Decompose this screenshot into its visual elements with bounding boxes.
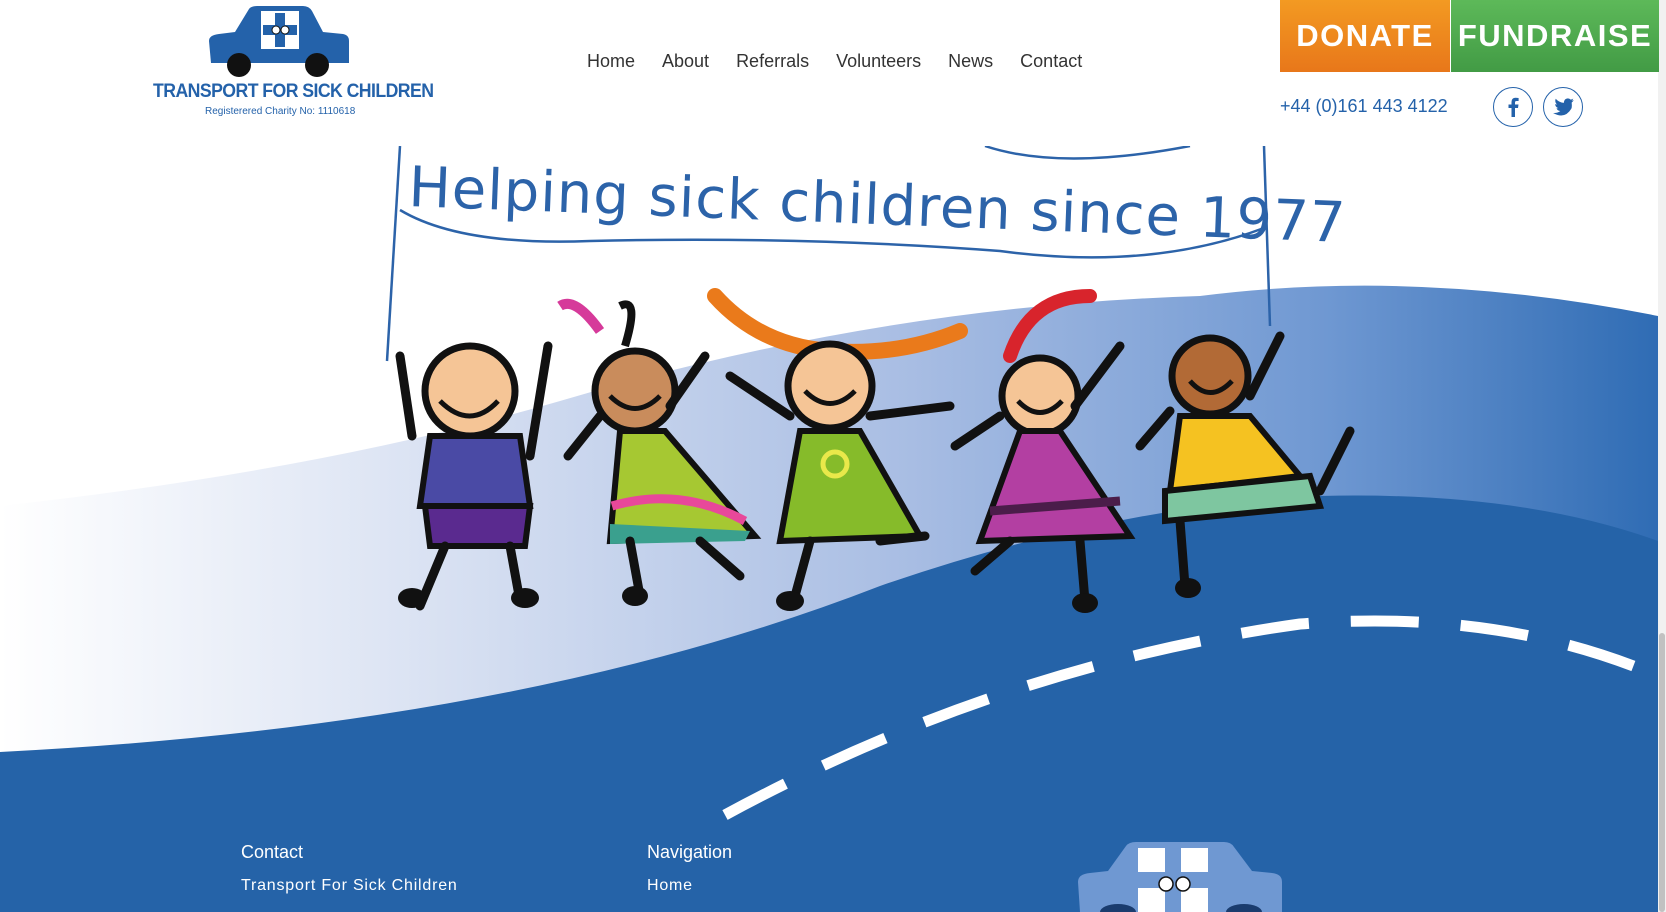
- logo-title: TRANSPORT FOR SICK CHILDREN: [153, 81, 434, 102]
- footer-contact-heading: Contact: [241, 842, 304, 862]
- hero-illustration: [0, 146, 1658, 912]
- nav-item-referrals[interactable]: Referrals: [736, 51, 809, 72]
- hero-section: [0, 146, 1658, 912]
- charity-number: Registerered Charity No: 1110618: [205, 106, 356, 117]
- facebook-link[interactable]: [1493, 87, 1533, 127]
- footer-navigation: Navigation Home: [647, 842, 732, 895]
- footer-nav-home[interactable]: Home: [647, 877, 732, 895]
- twitter-link[interactable]: [1543, 87, 1583, 127]
- footer-contact-org: Transport For Sick Children: [241, 877, 458, 894]
- nav-item-home[interactable]: Home: [587, 51, 635, 72]
- fundraise-button[interactable]: FUNDRAISE: [1451, 0, 1659, 72]
- phone-number[interactable]: +44 (0)161 443 4122: [1280, 96, 1448, 117]
- nav-item-about[interactable]: About: [662, 51, 709, 72]
- nav-item-contact[interactable]: Contact: [1020, 51, 1082, 72]
- nav-item-volunteers[interactable]: Volunteers: [836, 51, 921, 72]
- facebook-icon: [1508, 97, 1519, 117]
- nav-item-news[interactable]: News: [948, 51, 993, 72]
- main-nav: Home About Referrals Volunteers News Con…: [587, 51, 1082, 72]
- twitter-icon: [1553, 98, 1574, 116]
- page-scrollbar[interactable]: [1658, 0, 1666, 912]
- footer-navigation-heading: Navigation: [647, 842, 733, 862]
- site-logo[interactable]: TRANSPORT FOR SICK CHILDREN Registerered…: [153, 5, 434, 123]
- site-header: TRANSPORT FOR SICK CHILDREN Registerered…: [0, 0, 1659, 146]
- scrollbar-thumb[interactable]: [1659, 633, 1665, 912]
- footer-logo-car-icon: [1078, 842, 1282, 912]
- car-with-cross-icon: [209, 6, 349, 77]
- footer-contact: Contact Transport For Sick Children: [241, 842, 458, 895]
- donate-button[interactable]: DONATE: [1280, 0, 1450, 72]
